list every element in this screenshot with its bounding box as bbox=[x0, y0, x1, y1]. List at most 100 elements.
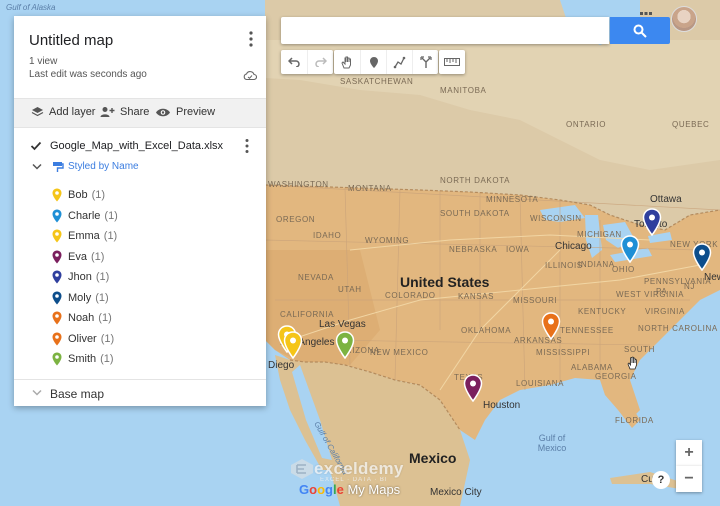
map-label-washington: WASHINGTON bbox=[268, 180, 329, 189]
add-layer-button[interactable]: Add layer bbox=[31, 106, 95, 118]
legend-item-noah[interactable]: Noah (1) bbox=[52, 309, 112, 327]
map-pin-jhon[interactable] bbox=[642, 208, 662, 236]
account-avatar[interactable] bbox=[671, 6, 697, 32]
map-label-tennessee: TENNESSEE bbox=[560, 326, 614, 335]
map-label-iowa: IOWA bbox=[506, 245, 530, 254]
map-label-gulf-of-mexico: Gulf of Mexico bbox=[537, 433, 567, 453]
apps-grid-icon[interactable] bbox=[640, 12, 652, 24]
panel-actions-bar: Add layer Share Preview bbox=[14, 98, 266, 128]
add-layer-label: Add layer bbox=[49, 106, 96, 118]
search-icon bbox=[633, 24, 647, 38]
legend-item-name: Noah bbox=[68, 312, 95, 324]
preview-button[interactable]: Preview bbox=[155, 106, 215, 118]
add-marker-button[interactable] bbox=[360, 50, 386, 74]
map-label-saskatchewan: SASKATCHEWAN bbox=[340, 77, 414, 86]
zoom-in-button[interactable]: + bbox=[676, 440, 702, 466]
marker-icon bbox=[52, 209, 62, 222]
search-input[interactable] bbox=[281, 17, 609, 44]
pan-button[interactable] bbox=[334, 50, 360, 74]
map-pin-moly[interactable] bbox=[692, 243, 712, 271]
map-label-indiana: INDIANA bbox=[578, 260, 615, 269]
map-label-manitoba: MANITOBA bbox=[440, 86, 487, 95]
my-maps-wordmark: My Maps bbox=[343, 482, 401, 497]
hand-cursor-icon bbox=[627, 356, 637, 370]
legend-item-jhon[interactable]: Jhon (1) bbox=[52, 268, 109, 286]
map-label-new-mexico: NEW MEXICO bbox=[370, 348, 429, 357]
marker-icon bbox=[52, 352, 62, 366]
legend-item-smith[interactable]: Smith (1) bbox=[52, 350, 114, 368]
map-label-west-virginia: WEST VIRGINIA bbox=[616, 290, 685, 299]
google-wordmark: Google bbox=[299, 482, 344, 497]
map-title[interactable]: Untitled map bbox=[29, 32, 113, 49]
redo-button[interactable] bbox=[307, 50, 333, 74]
layer-visibility-checkbox[interactable] bbox=[30, 140, 42, 152]
map-pin-charle[interactable] bbox=[620, 235, 640, 263]
draw-line-button[interactable] bbox=[386, 50, 412, 74]
map-pin-eva[interactable] bbox=[463, 374, 483, 402]
help-button[interactable]: ? bbox=[652, 471, 670, 489]
map-label-pa: PA bbox=[656, 287, 668, 296]
paint-roller-icon[interactable] bbox=[52, 161, 64, 173]
map-label-united-states: United States bbox=[400, 274, 490, 290]
map-label-wyoming: WYOMING bbox=[365, 236, 410, 245]
map-label-alabama: ALABAMA bbox=[571, 363, 613, 372]
map-label-louisiana: LOUISIANA bbox=[516, 379, 565, 388]
view-count: 1 view bbox=[29, 56, 58, 67]
map-label-mexico: Mexico bbox=[409, 450, 457, 466]
map-side-panel: Untitled map 1 view Last edit was second… bbox=[14, 16, 266, 406]
map-label-utah: UTAH bbox=[338, 285, 362, 294]
map-label-las-vegas: Las Vegas bbox=[319, 319, 366, 330]
map-label-oklahoma: OKLAHOMA bbox=[461, 326, 512, 335]
chevron-down-icon[interactable] bbox=[32, 163, 42, 171]
map-label-kentucky: KENTUCKY bbox=[578, 307, 627, 316]
legend-item-count: (1) bbox=[103, 230, 118, 242]
map-pin-smith[interactable] bbox=[335, 331, 355, 359]
preview-label: Preview bbox=[176, 106, 216, 118]
map-label-california: CALIFORNIA bbox=[280, 310, 335, 319]
share-button[interactable]: Share bbox=[100, 106, 149, 118]
style-by-name-link[interactable]: Styled by Name bbox=[68, 161, 139, 172]
map-label-colorado: COLORADO bbox=[385, 291, 436, 300]
map-label-gulf-alaska: Gulf of Alaska bbox=[6, 3, 56, 12]
map-label-missouri: MISSOURI bbox=[513, 296, 558, 305]
eye-icon bbox=[156, 108, 170, 116]
measure-button[interactable] bbox=[439, 50, 465, 74]
base-map-row[interactable]: Base map bbox=[14, 379, 266, 406]
legend-item-count: (1) bbox=[91, 189, 106, 201]
map-label-san-diego: Diego bbox=[268, 360, 295, 371]
chevron-down-icon[interactable] bbox=[32, 389, 42, 397]
legend-item-eva[interactable]: Eva (1) bbox=[52, 248, 104, 266]
marker-icon bbox=[52, 229, 62, 243]
undo-button[interactable] bbox=[281, 50, 307, 74]
legend-item-bob[interactable]: Bob (1) bbox=[52, 186, 105, 204]
legend-item-count: (1) bbox=[100, 353, 114, 365]
legend-item-emma[interactable]: Emma (1) bbox=[52, 227, 117, 245]
more-options-icon[interactable] bbox=[247, 30, 255, 48]
measure-toolbar bbox=[439, 50, 465, 74]
map-label-wisconsin: WISCONSIN bbox=[530, 214, 582, 223]
legend-item-moly[interactable]: Moly (1) bbox=[52, 289, 109, 307]
directions-button[interactable] bbox=[412, 50, 438, 74]
map-label-pennsylvania: PENNSYLVANIA bbox=[644, 277, 712, 286]
map-label-south-dakota: SOUTH DAKOTA bbox=[440, 209, 510, 218]
map-label-ottawa: Ottawa bbox=[650, 194, 682, 205]
legend-item-name: Charle bbox=[68, 209, 101, 222]
legend-item-name: Bob bbox=[68, 189, 88, 201]
map-label-mexico-city: Mexico City bbox=[430, 487, 482, 498]
zoom-out-button[interactable]: − bbox=[676, 466, 702, 492]
map-label-oregon: OREGON bbox=[276, 215, 316, 224]
legend-item-charle[interactable]: Charle (1) bbox=[52, 207, 118, 225]
marker-icon bbox=[52, 332, 62, 345]
map-pin-bob[interactable] bbox=[283, 331, 303, 359]
ruler-icon bbox=[444, 58, 460, 66]
map-label-new-york-city: New bbox=[704, 272, 720, 283]
legend-item-name: Emma bbox=[68, 230, 100, 242]
map-label-nebraska: NEBRASKA bbox=[449, 245, 498, 254]
marker-icon bbox=[52, 311, 62, 325]
legend-item-oliver[interactable]: Oliver (1) bbox=[52, 330, 114, 348]
layer-options-icon[interactable] bbox=[243, 138, 251, 154]
map-label-houston: Houston bbox=[483, 400, 521, 411]
layer-name[interactable]: Google_Map_with_Excel_Data.xlsx bbox=[50, 140, 223, 152]
map-pin-noah[interactable] bbox=[541, 312, 561, 340]
share-label: Share bbox=[120, 106, 150, 118]
